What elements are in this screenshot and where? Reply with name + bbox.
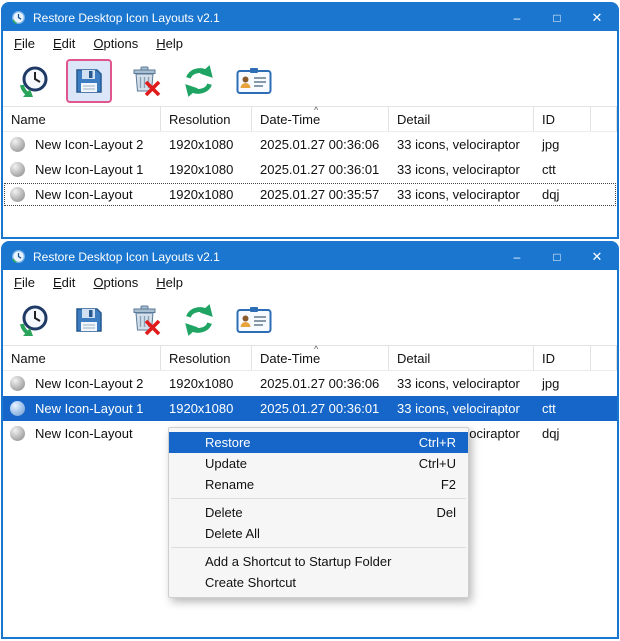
menu-edit[interactable]: Edit	[44, 270, 84, 294]
refresh-button[interactable]	[176, 298, 222, 342]
restore-button[interactable]	[11, 298, 57, 342]
details-card-icon	[236, 67, 272, 95]
save-floppy-icon	[73, 304, 105, 336]
header-name[interactable]: Name	[3, 107, 161, 131]
save-button[interactable]	[66, 298, 112, 342]
restore-clock-icon	[17, 64, 51, 98]
header-datetime[interactable]: ^Date-Time	[252, 346, 389, 370]
header-filler	[591, 107, 617, 131]
delete-trash-icon	[127, 64, 161, 98]
title-bar: Restore Desktop Icon Layouts v2.1 – □ ✕	[3, 4, 617, 31]
menu-bar: File Edit Options Help	[3, 31, 617, 55]
header-filler	[591, 346, 617, 370]
table-row[interactable]: New Icon-Layout 1 1920x1080 2025.01.27 0…	[3, 157, 617, 182]
header-resolution[interactable]: Resolution	[161, 346, 252, 370]
shortcut-label: Ctrl+U	[419, 456, 456, 471]
delete-trash-icon	[127, 303, 161, 337]
save-button[interactable]	[66, 59, 112, 103]
layout-sphere-icon	[10, 376, 25, 391]
menu-help[interactable]: Help	[147, 31, 192, 55]
shortcut-label: Ctrl+R	[419, 435, 456, 450]
header-id[interactable]: ID	[534, 107, 591, 131]
layout-sphere-icon	[10, 401, 25, 416]
table-header: Name Resolution ^Date-Time Detail ID	[3, 346, 617, 371]
header-resolution[interactable]: Resolution	[161, 107, 252, 131]
menu-help[interactable]: Help	[147, 270, 192, 294]
refresh-button[interactable]	[176, 59, 222, 103]
layout-sphere-icon	[10, 187, 25, 202]
layout-sphere-icon	[10, 162, 25, 177]
close-button[interactable]: ✕	[577, 4, 617, 31]
toolbar	[3, 294, 617, 346]
window-title: Restore Desktop Icon Layouts v2.1	[33, 11, 490, 25]
menu-bar: File Edit Options Help	[3, 270, 617, 294]
restore-button[interactable]	[11, 59, 57, 103]
menu-file[interactable]: File	[5, 270, 44, 294]
shortcut-label: F2	[441, 477, 456, 492]
title-bar: Restore Desktop Icon Layouts v2.1 – □ ✕	[3, 243, 617, 270]
menu-options[interactable]: Options	[84, 270, 147, 294]
app-icon[interactable]	[11, 249, 26, 264]
maximize-button[interactable]: □	[537, 4, 577, 31]
app-window-bottom: Restore Desktop Icon Layouts v2.1 – □ ✕ …	[1, 241, 619, 639]
header-id[interactable]: ID	[534, 346, 591, 370]
minimize-button[interactable]: –	[497, 4, 537, 31]
table-row-selected[interactable]: New Icon-Layout 1 1920x1080 2025.01.27 0…	[3, 396, 617, 421]
details-card-icon	[236, 306, 272, 334]
table-row[interactable]: New Icon-Layout 2 1920x1080 2025.01.27 0…	[3, 371, 617, 396]
sort-asc-icon: ^	[314, 106, 318, 115]
minimize-button[interactable]: –	[497, 243, 537, 270]
context-menu-update[interactable]: Update Ctrl+U	[169, 453, 468, 474]
sort-asc-icon: ^	[314, 345, 318, 354]
menu-file[interactable]: File	[5, 31, 44, 55]
context-menu-create-shortcut[interactable]: Create Shortcut	[169, 572, 468, 593]
shortcut-label: Del	[436, 505, 456, 520]
refresh-icon	[181, 302, 217, 338]
delete-button[interactable]	[121, 298, 167, 342]
header-datetime[interactable]: ^Date-Time	[252, 107, 389, 131]
details-button[interactable]	[231, 298, 277, 342]
window-controls: – □ ✕	[497, 243, 617, 270]
context-menu-add-shortcut-startup[interactable]: Add a Shortcut to Startup Folder	[169, 551, 468, 572]
save-floppy-icon	[73, 65, 105, 97]
header-detail[interactable]: Detail	[389, 107, 534, 131]
details-button[interactable]	[231, 59, 277, 103]
refresh-icon	[181, 63, 217, 99]
table-row-focused[interactable]: New Icon-Layout 1920x1080 2025.01.27 00:…	[3, 182, 617, 207]
context-menu-delete-all[interactable]: Delete All	[169, 523, 468, 544]
app-window-top: Restore Desktop Icon Layouts v2.1 – □ ✕ …	[1, 2, 619, 239]
delete-button[interactable]	[121, 59, 167, 103]
layout-table: Name Resolution ^Date-Time Detail ID New…	[3, 107, 617, 207]
layout-sphere-icon	[10, 137, 25, 152]
header-name[interactable]: Name	[3, 346, 161, 370]
toolbar	[3, 55, 617, 107]
window-title: Restore Desktop Icon Layouts v2.1	[33, 250, 490, 264]
context-menu-restore[interactable]: Restore Ctrl+R	[169, 432, 468, 453]
app-icon[interactable]	[11, 10, 26, 25]
maximize-button[interactable]: □	[537, 243, 577, 270]
table-row[interactable]: New Icon-Layout 2 1920x1080 2025.01.27 0…	[3, 132, 617, 157]
context-menu-delete[interactable]: Delete Del	[169, 502, 468, 523]
menu-separator	[171, 498, 466, 499]
menu-separator	[171, 547, 466, 548]
context-menu: Restore Ctrl+R Update Ctrl+U Rename F2 D…	[168, 427, 469, 598]
menu-edit[interactable]: Edit	[44, 31, 84, 55]
table-header: Name Resolution ^Date-Time Detail ID	[3, 107, 617, 132]
layout-sphere-icon	[10, 426, 25, 441]
close-button[interactable]: ✕	[577, 243, 617, 270]
context-menu-rename[interactable]: Rename F2	[169, 474, 468, 495]
menu-options[interactable]: Options	[84, 31, 147, 55]
header-detail[interactable]: Detail	[389, 346, 534, 370]
restore-clock-icon	[17, 303, 51, 337]
window-controls: – □ ✕	[497, 4, 617, 31]
